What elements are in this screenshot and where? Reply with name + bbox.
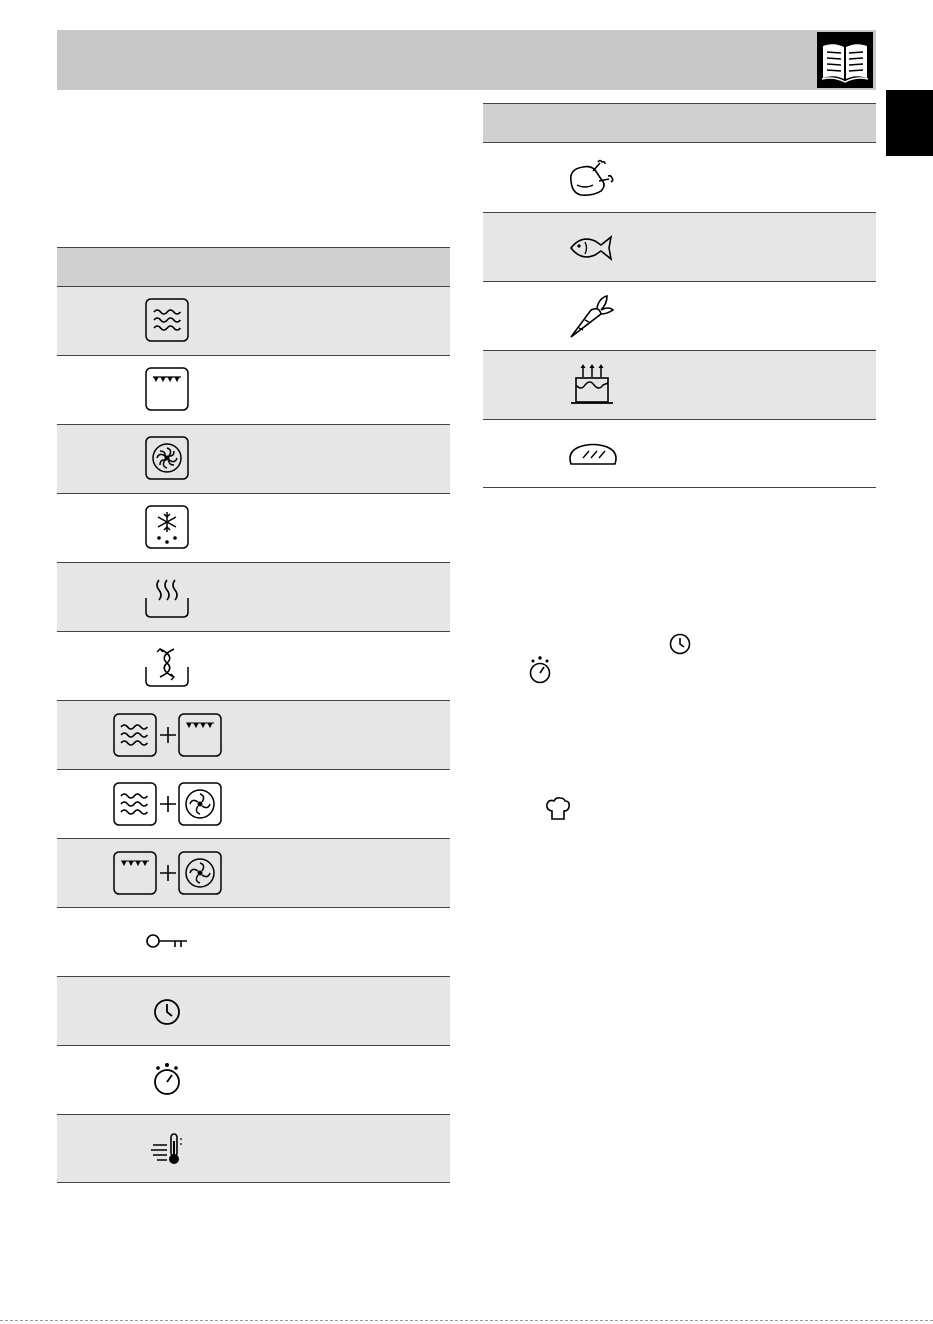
table-row xyxy=(57,286,450,355)
language-tab xyxy=(886,90,933,156)
poultry-icon xyxy=(567,159,617,197)
table-row xyxy=(57,1045,450,1114)
table-row xyxy=(57,493,450,562)
table-row xyxy=(483,212,876,281)
page-footer-line xyxy=(0,1320,933,1321)
defrost-icon xyxy=(145,505,189,549)
fish-icon xyxy=(569,233,615,263)
grill-icon xyxy=(145,367,189,411)
functions-table xyxy=(57,247,450,1183)
table-header xyxy=(483,103,876,142)
clock-icon xyxy=(668,632,692,656)
table-row xyxy=(57,838,450,907)
table-row xyxy=(57,631,450,700)
table-row xyxy=(57,769,450,838)
timer-icon xyxy=(152,1061,182,1097)
table-row xyxy=(57,700,450,769)
table-row xyxy=(483,350,876,419)
open-book-icon xyxy=(817,32,873,88)
table-row xyxy=(57,1114,450,1183)
table-header xyxy=(57,247,450,286)
timer-icon xyxy=(527,655,553,685)
reheat-icon xyxy=(145,643,189,687)
steam-icon xyxy=(145,574,189,618)
microwave-plus-fan-icon xyxy=(113,782,223,826)
fast-preheat-icon xyxy=(149,1131,185,1167)
grill-plus-fan-icon xyxy=(113,851,223,895)
chef-hat-icon xyxy=(545,796,571,822)
vegetables-icon xyxy=(567,294,617,340)
table-row xyxy=(483,142,876,212)
key-lock-icon xyxy=(145,930,189,952)
bread-icon xyxy=(567,442,619,468)
microwave-icon xyxy=(145,298,189,342)
clock-icon xyxy=(152,997,182,1027)
food-table xyxy=(483,103,876,488)
table-row xyxy=(483,419,876,488)
header-bar xyxy=(57,30,876,90)
table-row xyxy=(483,281,876,350)
table-row xyxy=(57,907,450,976)
table-row xyxy=(57,562,450,631)
table-row xyxy=(57,355,450,424)
fan-assisted-icon xyxy=(145,436,189,480)
table-row xyxy=(57,976,450,1045)
table-row xyxy=(57,424,450,493)
microwave-plus-grill-icon xyxy=(113,713,223,757)
cake-icon xyxy=(569,363,615,407)
